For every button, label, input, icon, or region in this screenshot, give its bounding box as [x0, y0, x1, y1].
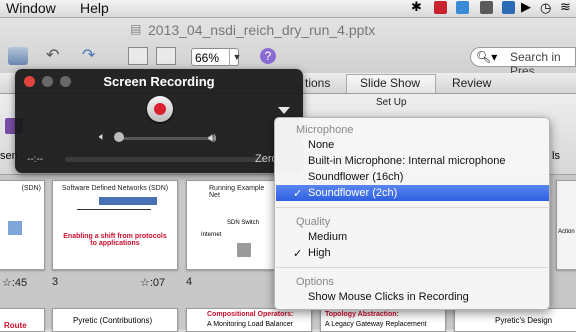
- ribbon-cut-label-right: ls: [552, 150, 560, 162]
- slide-subtitle: A Monitoring Load Balancer: [207, 321, 293, 328]
- slide-thumbnail-9[interactable]: Topology Abstraction: A Legacy Gateway R…: [320, 308, 446, 332]
- gallery-icon[interactable]: [128, 47, 148, 65]
- toolbox-icon[interactable]: [156, 47, 176, 65]
- slide-title: Running Example Net: [209, 185, 265, 199]
- slide-title: Pyretic (Contributions): [73, 316, 153, 325]
- slide-thumbnail-10[interactable]: Pyretic's Design: [454, 308, 576, 332]
- quality-header: Quality: [296, 216, 331, 228]
- help-icon[interactable]: ?: [260, 48, 276, 64]
- slide-thumbnail-7[interactable]: Pyretic (Contributions): [52, 308, 178, 332]
- menu-window[interactable]: Window: [6, 0, 56, 17]
- slide-number: 3: [52, 276, 59, 288]
- slide-thumbnail-3[interactable]: Software Defined Networks (SDN) Enabling…: [52, 180, 178, 270]
- slide-timer: ☆:45: [2, 277, 28, 289]
- document-icon: ▤: [130, 22, 142, 36]
- format-painter-icon[interactable]: [8, 47, 28, 65]
- menu-separator: [276, 267, 548, 268]
- slide-title: Software Defined Networks (SDN): [61, 185, 169, 192]
- menu-item-mic-builtin[interactable]: Built-in Microphone: Internal microphone: [308, 155, 506, 167]
- slide-title: (SDN): [21, 185, 41, 192]
- slide-graphic: [99, 197, 157, 205]
- tab-slide-show-label[interactable]: Slide Show: [360, 76, 420, 90]
- microphone-header: Microphone: [296, 124, 354, 136]
- slide-timer: ☆:07: [140, 277, 166, 289]
- tab-transitions[interactable]: tions: [305, 76, 330, 90]
- screen-recording-panel[interactable]: Screen Recording 🔈︎ 🔊︎ --:-- Zero: [15, 69, 303, 173]
- slide-thumbnail-5[interactable]: Action: [556, 180, 576, 270]
- slide-red-text: Enabling a shift from protocols to appli…: [63, 233, 167, 247]
- slide-time: :45: [11, 277, 28, 289]
- volume-slider[interactable]: [117, 137, 213, 140]
- redo-icon[interactable]: ↷: [82, 45, 95, 65]
- volume-low-icon: 🔈︎: [99, 131, 106, 143]
- menu-separator: [276, 207, 548, 208]
- slide-label: Action: [558, 229, 575, 235]
- slide-thumbnail-4[interactable]: Running Example Net SDN Switch Internet: [186, 180, 278, 270]
- slide-graphic: [8, 221, 22, 235]
- menu-item-show-mouse-clicks[interactable]: Show Mouse Clicks in Recording: [308, 291, 469, 303]
- box-icon[interactable]: [480, 1, 493, 14]
- undo-icon[interactable]: ↶: [46, 45, 59, 65]
- slide-thumbnail-6[interactable]: Route: [0, 308, 45, 332]
- slide-label: Internet: [201, 232, 222, 238]
- clock-icon[interactable]: ◷: [540, 0, 551, 16]
- slide-thumbnail-2[interactable]: (SDN): [0, 180, 45, 270]
- chevron-down-icon[interactable]: ▼: [229, 48, 244, 66]
- menu-item-mic-soundflower-2[interactable]: Soundflower (2ch): [308, 187, 397, 199]
- menu-item-quality-medium[interactable]: Medium: [308, 231, 347, 243]
- slide-graphic: [77, 209, 151, 232]
- volume-knob[interactable]: [114, 132, 124, 142]
- menu-item-mic-none[interactable]: None: [308, 139, 334, 151]
- slide-title: Compositional Operators:: [207, 311, 294, 318]
- slide-label: SDN Switch: [227, 220, 260, 226]
- sync-icon[interactable]: [456, 1, 469, 14]
- slide-thumbnail-8[interactable]: Compositional Operators: A Monitoring Lo…: [186, 308, 312, 332]
- slide-title: Pyretic's Design: [495, 316, 553, 325]
- slide-subtitle: A Legacy Gateway Replacement: [325, 321, 427, 328]
- slide-graphic: [237, 243, 251, 257]
- dropbox-icon[interactable]: [502, 1, 515, 14]
- flower-icon[interactable]: ✱: [411, 0, 424, 14]
- check-icon: ✓: [293, 188, 303, 200]
- options-dropdown-icon[interactable]: [278, 107, 290, 114]
- menu-item-mic-soundflower-16[interactable]: Soundflower (16ch): [308, 171, 403, 183]
- document-title: 2013_04_nsdi_reich_dry_run_4.pptx: [148, 22, 376, 38]
- volume-high-icon: 🔊︎: [208, 130, 217, 145]
- menu-help[interactable]: Help: [80, 0, 109, 17]
- red-app-icon[interactable]: [434, 1, 447, 14]
- tab-review[interactable]: Review: [452, 76, 491, 90]
- play-icon[interactable]: ▶: [521, 0, 531, 15]
- search-icon[interactable]: 🔍︎▾: [476, 50, 497, 64]
- elapsed-time: --:--: [27, 154, 44, 165]
- wifi-icon[interactable]: ≋: [560, 0, 571, 15]
- slide-number: 4: [186, 276, 193, 288]
- recording-title: Screen Recording: [103, 74, 215, 89]
- options-header: Options: [296, 276, 334, 288]
- menu-item-quality-high[interactable]: High: [308, 247, 331, 259]
- progress-track: [65, 157, 265, 162]
- check-icon: ✓: [293, 248, 303, 260]
- slide-time: :07: [149, 277, 166, 289]
- record-dot-icon: [154, 103, 166, 115]
- setup-group-label: Set Up: [376, 97, 407, 108]
- slide-title: Topology Abstraction:: [325, 311, 399, 318]
